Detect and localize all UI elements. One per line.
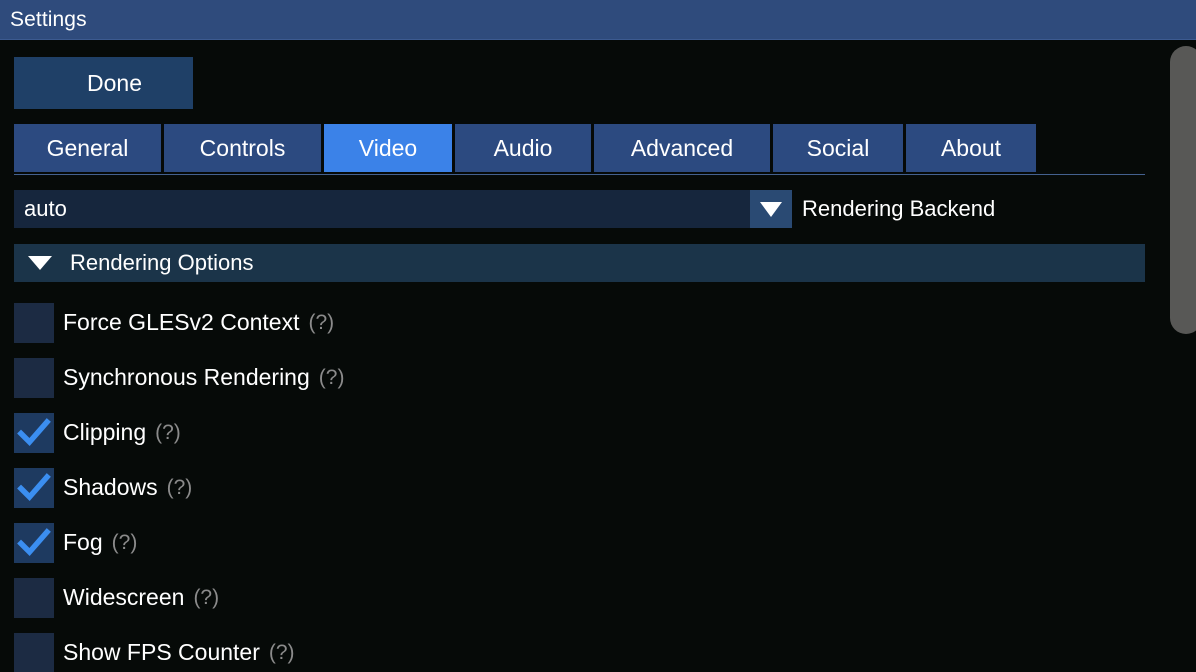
option-row[interactable]: Show FPS Counter (?) bbox=[0, 625, 1145, 672]
window-title: Settings bbox=[10, 7, 87, 31]
help-icon[interactable]: (?) bbox=[193, 586, 219, 610]
rendering-options-section-header[interactable]: Rendering Options bbox=[14, 244, 1145, 282]
title-bar: Settings bbox=[0, 0, 1196, 40]
rendering-backend-select[interactable]: auto bbox=[14, 190, 750, 228]
checkbox-force-glesv2-context[interactable] bbox=[14, 302, 54, 343]
option-row[interactable]: Widescreen (?) bbox=[0, 570, 1145, 625]
option-label: Synchronous Rendering bbox=[63, 364, 310, 390]
checkbox-show-fps-counter[interactable] bbox=[14, 632, 54, 672]
section-title: Rendering Options bbox=[70, 250, 254, 275]
help-icon[interactable]: (?) bbox=[309, 311, 335, 335]
check-icon bbox=[17, 472, 51, 501]
option-label: Shadows bbox=[63, 474, 158, 500]
option-row[interactable]: Fog (?) bbox=[0, 515, 1145, 570]
tab-bar: General Controls Video Audio Advanced Social A… bbox=[14, 124, 1036, 172]
help-icon[interactable]: (?) bbox=[167, 476, 193, 500]
tab-social[interactable]: Social bbox=[773, 124, 903, 172]
option-label: Widescreen bbox=[63, 584, 185, 610]
option-label: Fog bbox=[63, 529, 103, 555]
option-row[interactable]: Force GLESv2 Context (?) bbox=[0, 295, 1145, 350]
option-row[interactable]: Clipping (?) bbox=[0, 405, 1145, 460]
tab-audio[interactable]: Audio bbox=[455, 124, 591, 172]
chevron-down-icon bbox=[760, 201, 782, 217]
options-list: Force GLESv2 Context (?) Synchronous Rende… bbox=[0, 295, 1145, 672]
option-row[interactable]: Shadows (?) bbox=[0, 460, 1145, 515]
scrollbar-thumb[interactable] bbox=[1170, 46, 1196, 334]
help-icon[interactable]: (?) bbox=[319, 366, 345, 390]
tab-about[interactable]: About bbox=[906, 124, 1036, 172]
check-icon bbox=[17, 417, 51, 446]
rendering-backend-label: Rendering Backend bbox=[802, 196, 996, 221]
option-row[interactable]: Synchronous Rendering (?) bbox=[0, 350, 1145, 405]
tab-advanced[interactable]: Advanced bbox=[594, 124, 770, 172]
triangle-down-icon bbox=[28, 256, 52, 270]
done-button[interactable]: Done bbox=[14, 57, 193, 109]
checkbox-widescreen[interactable] bbox=[14, 577, 54, 618]
help-icon[interactable]: (?) bbox=[269, 641, 295, 665]
tab-general[interactable]: General bbox=[14, 124, 161, 172]
option-label: Show FPS Counter bbox=[63, 639, 260, 665]
settings-window: Settings Done General Controls Video Audio A… bbox=[0, 0, 1196, 672]
help-icon[interactable]: (?) bbox=[155, 421, 181, 445]
rendering-backend-dropdown-button[interactable] bbox=[750, 190, 792, 228]
rendering-backend-row: auto Rendering Backend bbox=[14, 190, 995, 228]
tab-video[interactable]: Video bbox=[324, 124, 452, 172]
checkbox-synchronous-rendering[interactable] bbox=[14, 357, 54, 398]
vertical-scrollbar[interactable] bbox=[1152, 40, 1196, 672]
help-icon[interactable]: (?) bbox=[112, 531, 138, 555]
tab-separator bbox=[14, 174, 1145, 175]
checkbox-shadows[interactable] bbox=[14, 467, 54, 508]
checkbox-clipping[interactable] bbox=[14, 412, 54, 453]
option-label: Clipping bbox=[63, 419, 147, 445]
check-icon bbox=[17, 527, 51, 556]
tab-controls[interactable]: Controls bbox=[164, 124, 321, 172]
option-label: Force GLESv2 Context bbox=[63, 309, 300, 335]
checkbox-fog[interactable] bbox=[14, 522, 54, 563]
